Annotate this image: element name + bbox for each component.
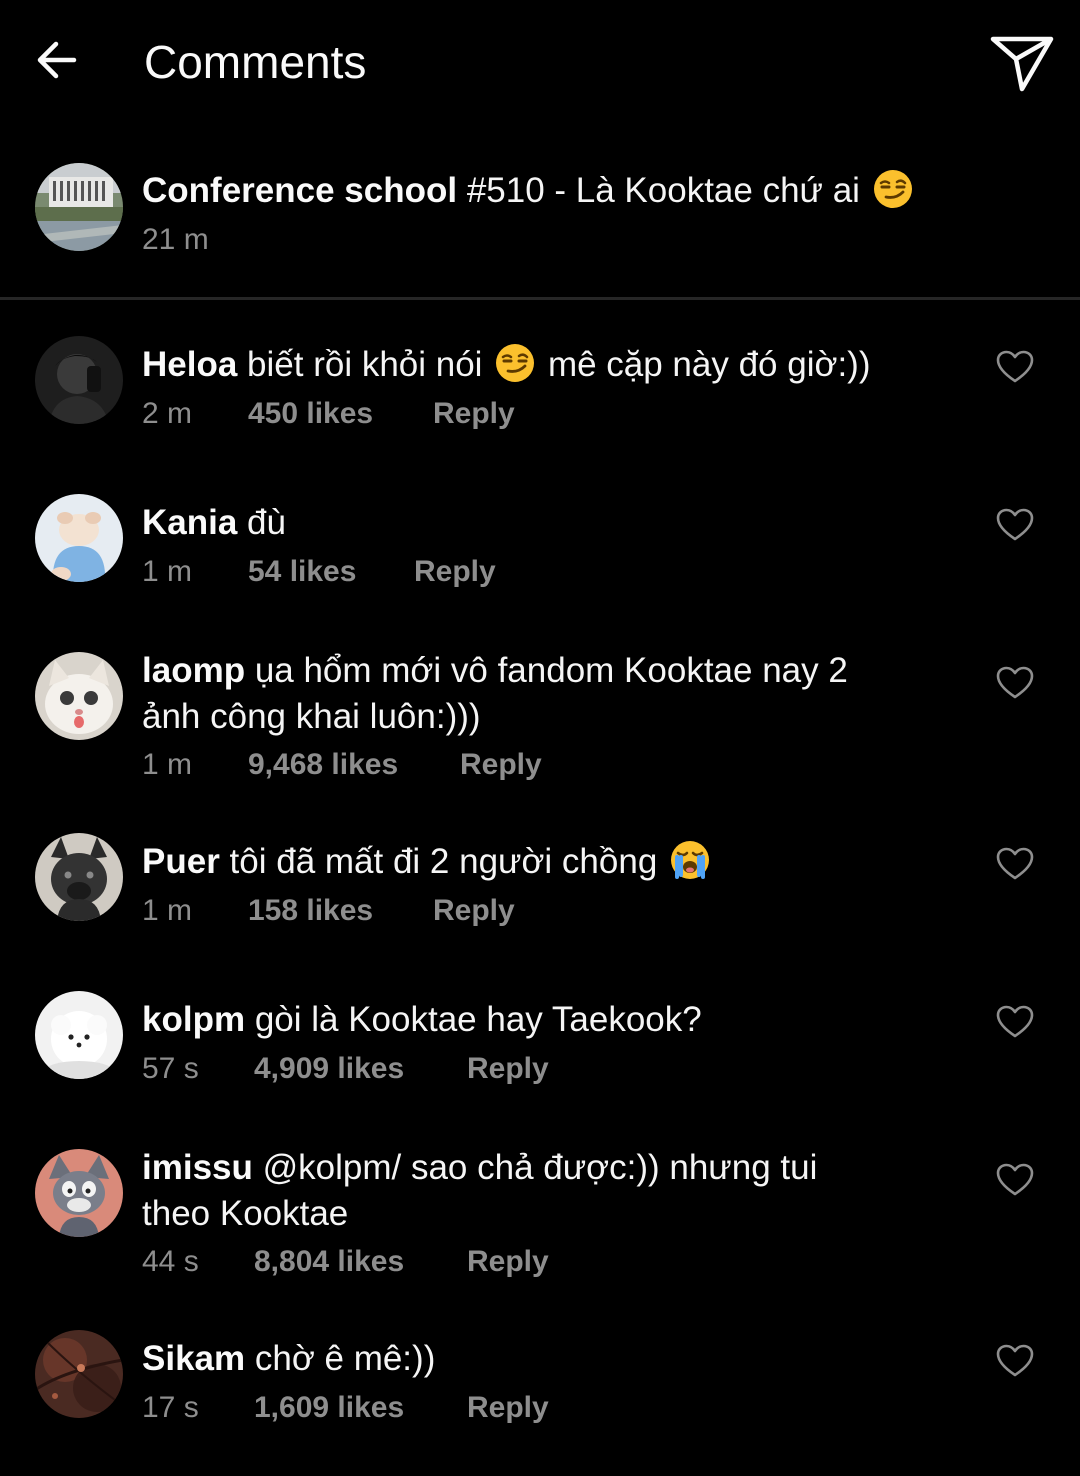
comment-username[interactable]: imissu xyxy=(142,1148,253,1187)
avatar[interactable] xyxy=(35,494,123,582)
comment-username[interactable]: Sikam xyxy=(142,1339,245,1378)
comment-likes[interactable]: 158 likes xyxy=(248,891,373,931)
comment-time: 1 m xyxy=(142,748,193,781)
heart-icon[interactable] xyxy=(996,350,1034,384)
comment-body: @kolpm/ sao chả được:)) nhưng tui xyxy=(262,1148,818,1187)
reply-button[interactable]: Reply xyxy=(467,1049,549,1089)
comment-body-line2: ảnh công khai luôn:))) xyxy=(142,697,481,736)
comment-likes[interactable]: 8,804 likes xyxy=(254,1242,404,1282)
heart-icon[interactable] xyxy=(996,1344,1034,1378)
reply-button[interactable]: Reply xyxy=(433,394,515,434)
comment-time: 2 m xyxy=(142,397,193,430)
comment-body-line2: theo Kooktae xyxy=(142,1194,349,1233)
avatar[interactable] xyxy=(35,833,123,921)
top-bar: Comments xyxy=(0,0,1080,126)
comment-text: Sikam chờ ê mê:)) xyxy=(142,1336,962,1382)
caption-text: Conference school #510 - Là Kooktae chứ … xyxy=(142,168,962,214)
comment-time: 57 s xyxy=(142,1052,199,1085)
share-button[interactable] xyxy=(984,30,1060,96)
comment-body-continued: mê cặp này đó giờ:)) xyxy=(547,345,871,384)
comment-time: 17 s xyxy=(142,1391,199,1424)
comment-body: đù xyxy=(247,503,286,542)
smirk-emoji-icon xyxy=(873,170,912,208)
smirk-emoji-icon xyxy=(496,344,535,382)
avatar[interactable] xyxy=(35,336,123,424)
comment-body: gòi là Kooktae hay Taekook? xyxy=(254,1000,702,1039)
avatar[interactable] xyxy=(35,652,123,740)
comment-text: imissu @kolpm/ sao chả được:)) nhưng tui… xyxy=(142,1145,962,1237)
comment-text: kolpm gòi là Kooktae hay Taekook? xyxy=(142,997,962,1043)
comment-text: laomp ụa hổm mới vô fandom Kooktae nay 2… xyxy=(142,648,962,740)
heart-icon[interactable] xyxy=(996,666,1034,700)
comment-username[interactable]: laomp xyxy=(142,651,245,690)
caption-body: #510 - Là Kooktae chứ ai xyxy=(466,171,860,210)
comment-username[interactable]: kolpm xyxy=(142,1000,245,1039)
reply-button[interactable]: Reply xyxy=(467,1388,549,1428)
comment-time: 1 m xyxy=(142,555,193,588)
comment-username[interactable]: Kania xyxy=(142,503,237,542)
heart-icon[interactable] xyxy=(996,847,1034,881)
avatar[interactable] xyxy=(35,991,123,1079)
reply-button[interactable]: Reply xyxy=(467,1242,549,1282)
comment-username[interactable]: Puer xyxy=(142,842,220,881)
comment-likes[interactable]: 9,468 likes xyxy=(248,745,398,785)
reply-button[interactable]: Reply xyxy=(433,891,515,931)
caption-username[interactable]: Conference school xyxy=(142,171,457,210)
arrow-left-icon xyxy=(37,41,77,79)
avatar[interactable] xyxy=(35,1149,123,1237)
avatar[interactable] xyxy=(35,163,123,251)
heart-icon[interactable] xyxy=(996,1005,1034,1039)
comment-likes[interactable]: 1,609 likes xyxy=(254,1388,404,1428)
heart-icon[interactable] xyxy=(996,1163,1034,1197)
avatar[interactable] xyxy=(35,1330,123,1418)
comment-body: biết rồi khỏi nói xyxy=(247,345,483,384)
reply-button[interactable]: Reply xyxy=(414,552,496,592)
comment-likes[interactable]: 4,909 likes xyxy=(254,1049,404,1089)
comment-username[interactable]: Heloa xyxy=(142,345,237,384)
comment-body: ụa hổm mới vô fandom Kooktae nay 2 xyxy=(254,651,848,690)
reply-button[interactable]: Reply xyxy=(460,745,542,785)
paper-plane-icon xyxy=(990,36,1054,92)
comment-likes[interactable]: 54 likes xyxy=(248,552,356,592)
divider xyxy=(0,297,1080,300)
comment-time: 1 m xyxy=(142,894,193,927)
comment-text: Heloa biết rồi khỏi nói mê cặp này đó gi… xyxy=(142,342,962,388)
comment-body: tôi đã mất đi 2 người chồng xyxy=(229,842,658,881)
comment-likes[interactable]: 450 likes xyxy=(248,394,373,434)
comment-text: Puer tôi đã mất đi 2 người chồng xyxy=(142,839,962,885)
comment-text: Kania đù xyxy=(142,500,962,546)
comment-time: 44 s xyxy=(142,1245,199,1278)
page-title: Comments xyxy=(144,36,367,88)
back-button[interactable] xyxy=(28,32,84,88)
comment-body: chờ ê mê:)) xyxy=(254,1339,436,1378)
heart-icon[interactable] xyxy=(996,508,1034,542)
caption-time: 21 m xyxy=(142,223,209,256)
loudly-crying-emoji-icon xyxy=(671,841,710,879)
